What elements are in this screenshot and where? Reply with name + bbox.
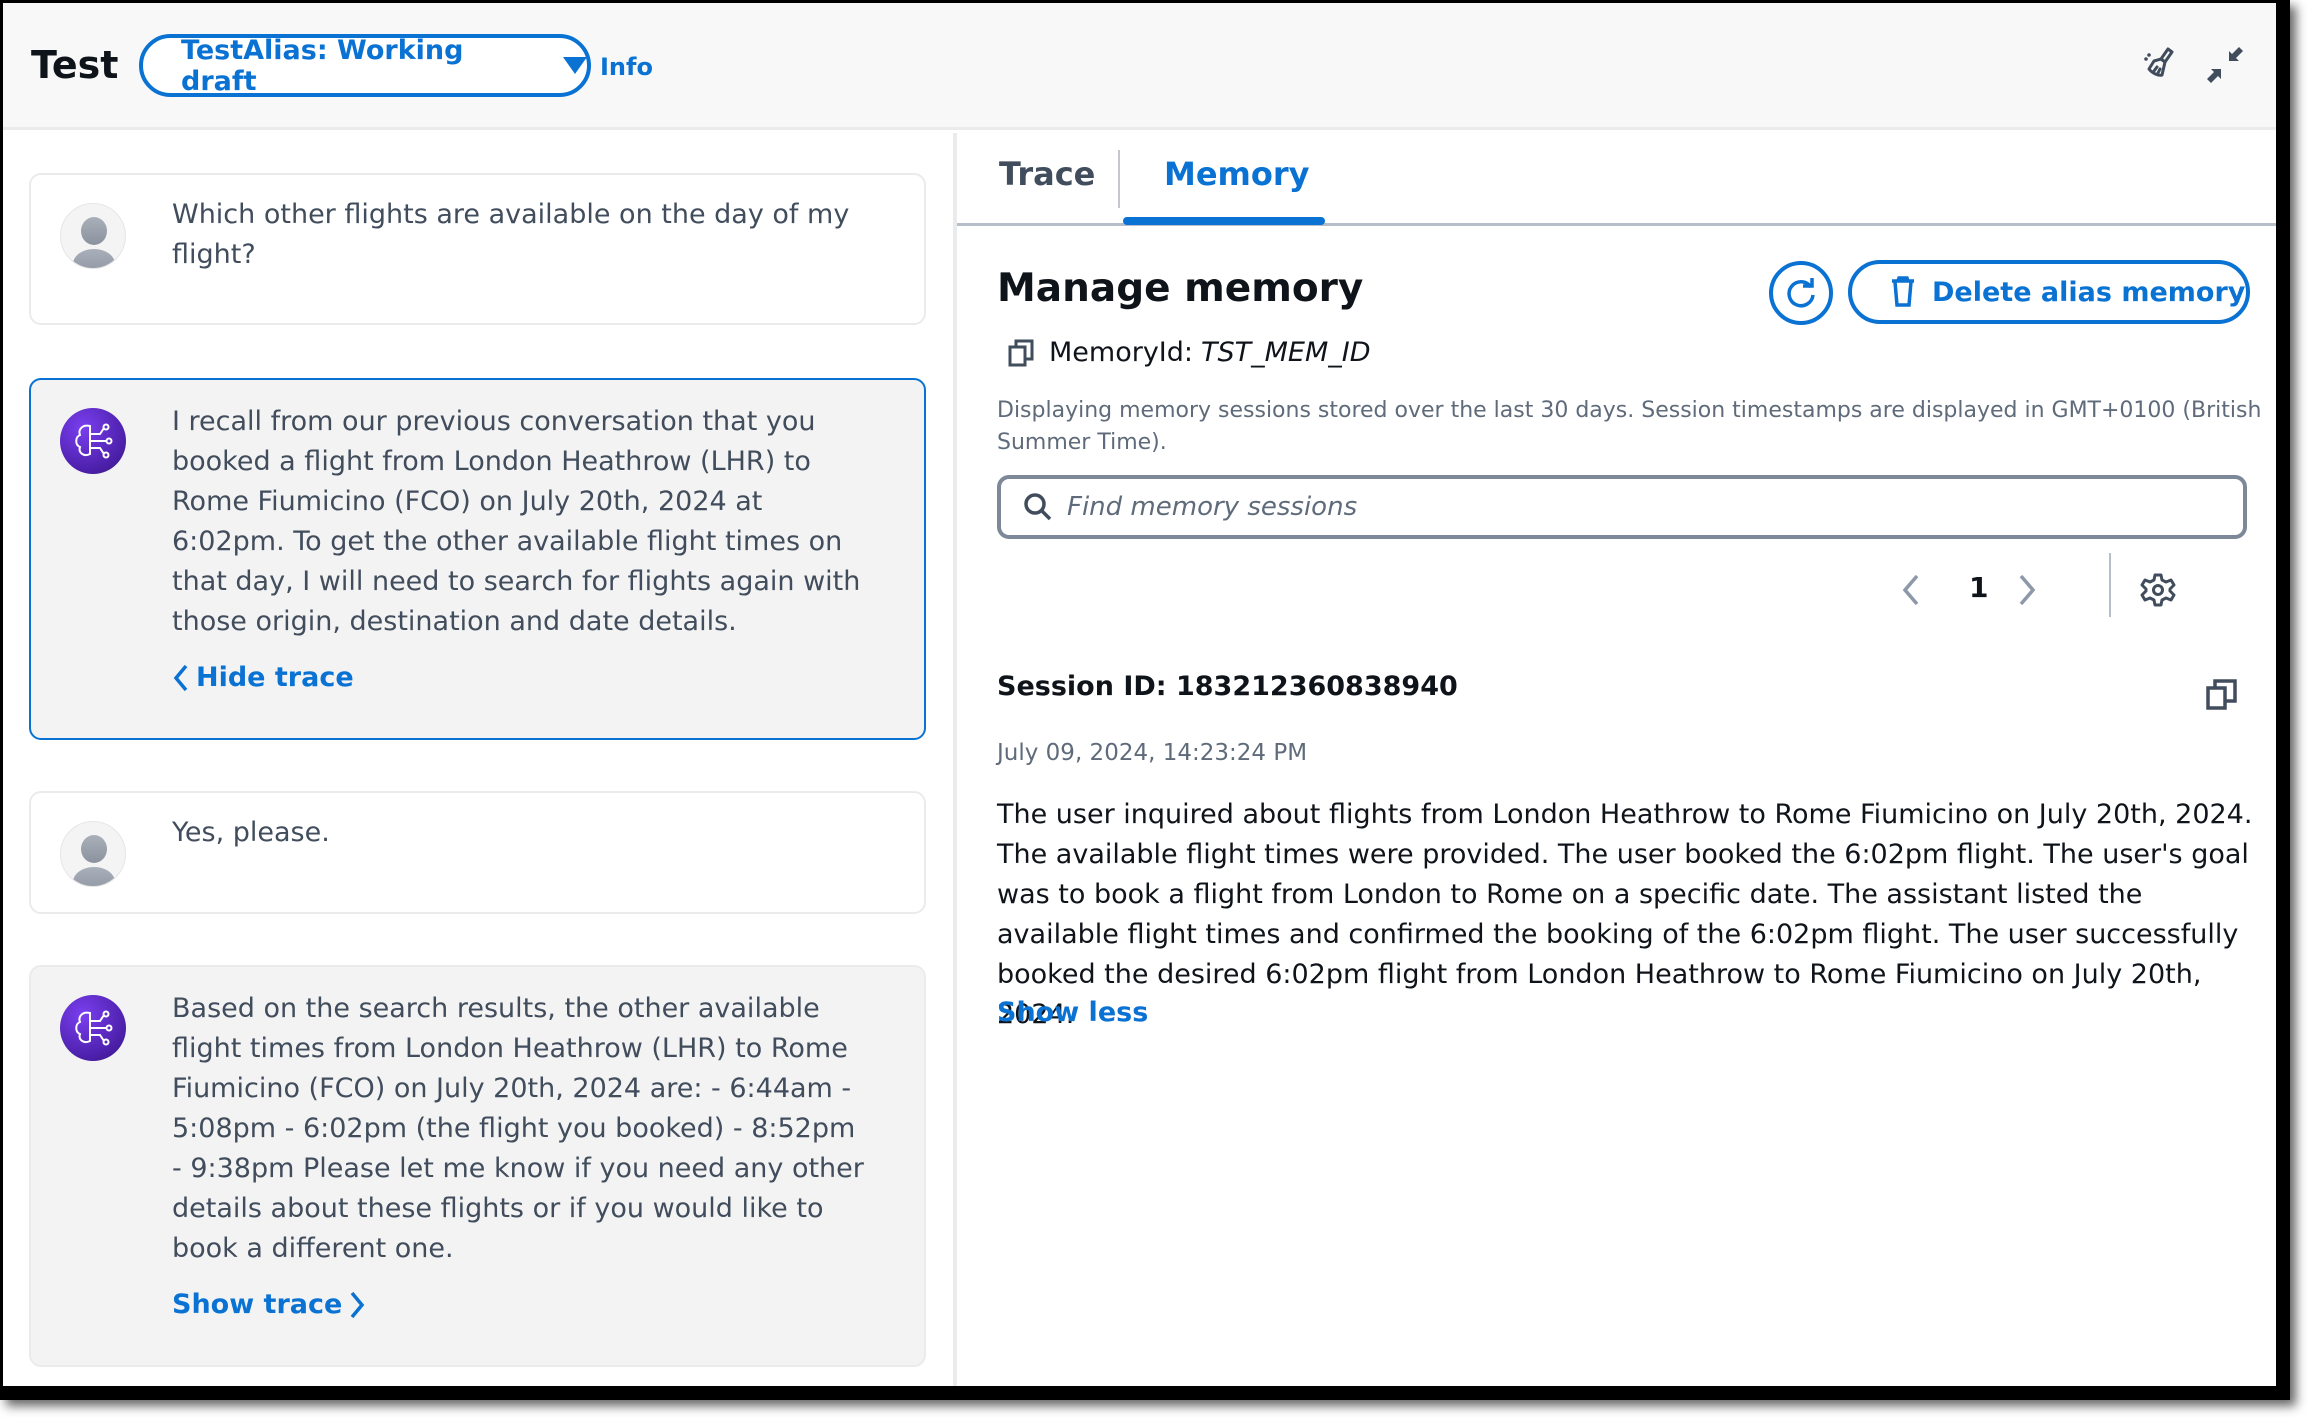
message-text: Yes, please. xyxy=(172,817,330,848)
chevron-left-icon xyxy=(173,664,188,691)
session-timestamp: July 09, 2024, 14:23:24 PM xyxy=(997,740,1308,766)
tab-separator xyxy=(1118,150,1120,208)
tab-list: Trace Memory xyxy=(957,133,2276,226)
pagination-divider xyxy=(2109,553,2111,617)
trash-icon xyxy=(1892,276,1914,307)
chevron-right-icon xyxy=(350,1291,365,1318)
tab-memory[interactable]: Memory xyxy=(1164,155,1310,193)
memory-panel: Trace Memory Manage memory Delete alias … xyxy=(957,133,2276,1386)
session-id: Session ID: 183212360838940 xyxy=(997,671,1458,702)
memory-id-label: MemoryId: xyxy=(1049,337,1194,368)
delete-alias-memory-label: Delete alias memory xyxy=(1932,276,2246,308)
message-text: I recall from our previous conversation … xyxy=(172,406,861,637)
active-tab-indicator xyxy=(1123,217,1325,225)
current-page-number[interactable]: 1 xyxy=(1969,571,1988,604)
info-link[interactable]: Info xyxy=(600,53,653,81)
show-trace-label: Show trace xyxy=(172,1289,343,1320)
chat-message-user: Which other flights are available on the… xyxy=(29,173,926,325)
memory-description: Displaying memory sessions stored over t… xyxy=(997,398,2262,455)
broom-clear-icon[interactable] xyxy=(2140,45,2180,85)
agent-brain-avatar-icon xyxy=(60,995,126,1061)
header: Test TestAlias: Working draft Info xyxy=(3,3,2276,130)
user-avatar-icon xyxy=(60,821,126,887)
copy-icon[interactable] xyxy=(1007,338,1037,368)
page-title: Test xyxy=(31,43,119,87)
agent-brain-avatar-icon xyxy=(60,408,126,474)
memory-id: MemoryId: TST_MEM_ID xyxy=(1007,337,1371,368)
user-avatar-icon xyxy=(60,203,126,269)
alias-dropdown[interactable]: TestAlias: Working draft xyxy=(139,34,591,97)
chat-message-agent: Based on the search results, the other a… xyxy=(29,965,926,1367)
next-page-icon[interactable] xyxy=(2015,573,2039,607)
message-text: Which other flights are available on the… xyxy=(172,199,850,270)
caret-down-icon xyxy=(563,57,587,74)
hide-trace-label: Hide trace xyxy=(196,662,354,693)
alias-dropdown-label: TestAlias: Working draft xyxy=(181,34,464,97)
tab-trace[interactable]: Trace xyxy=(999,155,1095,193)
session-summary: The user inquired about flights from Lon… xyxy=(997,799,2253,1030)
refresh-button[interactable] xyxy=(1769,261,1833,325)
previous-page-icon[interactable] xyxy=(1899,573,1923,607)
hide-trace-link[interactable]: Hide trace xyxy=(172,662,354,693)
message-text: Based on the search results, the other a… xyxy=(172,993,864,1264)
show-trace-link[interactable]: Show trace xyxy=(172,1289,366,1320)
show-less-link[interactable]: Show less xyxy=(997,997,1148,1028)
search-field[interactable] xyxy=(997,475,2247,539)
manage-memory-heading: Manage memory xyxy=(997,266,1364,311)
memory-id-value: TST_MEM_ID xyxy=(1201,337,1371,368)
delete-alias-memory-button[interactable]: Delete alias memory xyxy=(1848,260,2250,324)
chat-panel: Which other flights are available on the… xyxy=(3,133,953,1386)
shrink-collapse-icon[interactable] xyxy=(2205,45,2245,85)
search-icon xyxy=(1024,493,1052,521)
chat-message-agent: I recall from our previous conversation … xyxy=(29,378,926,740)
search-input[interactable] xyxy=(1067,492,2167,522)
refresh-icon xyxy=(1787,278,1815,308)
copy-session-icon[interactable] xyxy=(2205,678,2239,712)
settings-gear-icon[interactable] xyxy=(2140,572,2176,608)
app-window: Test TestAlias: Working draft Info Which… xyxy=(0,0,2290,1400)
chat-message-user: Yes, please. xyxy=(29,791,926,914)
